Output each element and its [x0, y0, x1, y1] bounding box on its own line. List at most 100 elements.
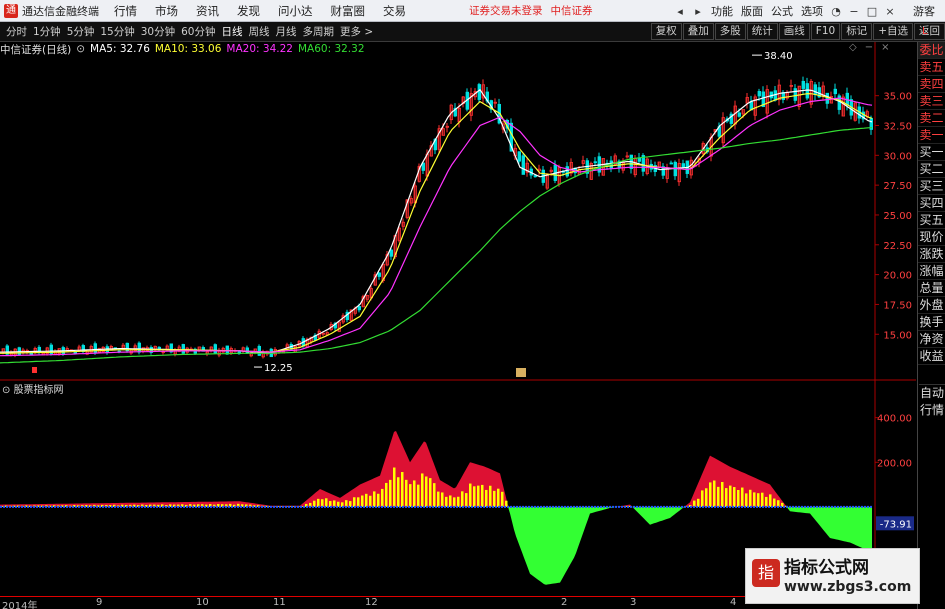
tool-button-0[interactable]: 复权 [650, 23, 682, 40]
sub-bar-96 [385, 482, 388, 507]
tool-button-1[interactable]: 叠加 [682, 23, 714, 40]
tool-button-8[interactable]: 返回 [914, 23, 945, 40]
tool-button-7[interactable]: +自选 [873, 23, 913, 40]
tool-button-4[interactable]: 画线 [778, 23, 810, 40]
sub-side-button-1[interactable]: 行情 [919, 402, 945, 419]
candle-body-56 [225, 345, 229, 355]
sidebar-item-5[interactable]: 卖一 [918, 127, 945, 144]
candle-body-208 [833, 88, 837, 95]
app-logo-icon: 通 [4, 3, 18, 18]
candle-body-18 [73, 351, 77, 354]
sidebar-item-4[interactable]: 卖二 [918, 110, 945, 127]
candle-body-141 [565, 166, 569, 177]
sidebar-item-15[interactable]: 外盘 [918, 297, 945, 314]
sidebar-item-14[interactable]: 总量 [918, 280, 945, 297]
period-tab-7[interactable]: 周线 [246, 24, 273, 39]
menu-item-4[interactable]: 问小达 [269, 3, 322, 19]
right-menu-item-1[interactable]: 版面 [737, 3, 767, 19]
date-label-4: 12 [365, 597, 378, 608]
right-menu-item-0[interactable]: 功能 [707, 3, 737, 19]
sub-bar-176 [705, 488, 708, 507]
trade-login-status[interactable]: 证券交易未登录 [469, 3, 543, 18]
sub-side-button-0[interactable]: 自动 [919, 385, 945, 402]
sidebar-item-13[interactable]: 涨幅 [918, 263, 945, 280]
sidebar-item-9[interactable]: 买四 [918, 195, 945, 212]
sub-bar-111 [445, 496, 448, 507]
tool-button-6[interactable]: 标记 [841, 23, 873, 40]
sidebar-item-8[interactable]: 买三 [918, 178, 945, 195]
candle-body-201 [805, 83, 809, 99]
sidebar-item-7[interactable]: 买二 [918, 161, 945, 178]
period-tab-9[interactable]: 多周期 [300, 24, 338, 39]
candle-body-148 [593, 161, 597, 164]
sidebar-item-1[interactable]: 卖五 [918, 59, 945, 76]
right-menu: ◂ ▸ 功能 版面 公式 选项 ◔ − □ × 游客 [671, 0, 945, 22]
menu-item-6[interactable]: 交易 [374, 3, 415, 19]
y-tick-label-8: 35.00 [883, 92, 912, 103]
menu-item-1[interactable]: 市场 [146, 3, 187, 19]
ma-line-3 [0, 127, 873, 364]
guest-user[interactable]: 游客 [899, 3, 945, 19]
tool-button-5[interactable]: F10 [810, 23, 841, 40]
tool-button-3[interactable]: 统计 [746, 23, 778, 40]
broker-name[interactable]: 中信证券 [551, 3, 593, 18]
menu-item-0[interactable]: 行情 [105, 3, 146, 19]
candle-body-119 [477, 84, 481, 100]
sub-bar-115 [461, 491, 464, 507]
current-value-label: -73.91 [880, 519, 912, 530]
right-menu-item-3[interactable]: 选项 [797, 3, 827, 19]
sidebar-item-3[interactable]: 卖三 [918, 93, 945, 110]
period-tab-8[interactable]: 月线 [273, 24, 300, 39]
menu-item-3[interactable]: 发现 [228, 3, 269, 19]
sidebar-item-16[interactable]: 换手 [918, 314, 945, 331]
sidebar-item-17[interactable]: 净资 [918, 331, 945, 348]
back-icon[interactable]: ◂ [671, 5, 689, 18]
period-tab-4[interactable]: 30分钟 [138, 24, 178, 39]
sub-bar-90 [361, 495, 364, 507]
minimize-icon[interactable]: − [845, 5, 863, 18]
sidebar-item-12[interactable]: 涨跌 [918, 246, 945, 263]
period-tab-0[interactable]: 分时 [3, 24, 30, 39]
watermark: 指 指标公式网 www.zbgs3.com [745, 548, 920, 604]
date-label-1: 9 [96, 597, 103, 608]
sub-bar-107 [429, 478, 432, 507]
period-tab-10[interactable]: 更多 > [337, 24, 376, 39]
candle-body-97 [389, 249, 393, 257]
y-tick-label-4: 25.00 [883, 211, 912, 222]
sub-bar-91 [365, 493, 368, 507]
menu-item-2[interactable]: 资讯 [187, 3, 228, 19]
chart-canvas[interactable]: 15.00 17.50 20.00 22.50 25.00 27.50 30.00 32.50… [0, 42, 916, 596]
sub-bar-81 [325, 498, 328, 507]
menu-item-5[interactable]: 财富圈 [322, 3, 375, 19]
maximize-icon[interactable]: □ [863, 5, 881, 18]
watermark-name: 指标公式网 [784, 558, 869, 578]
close-icon[interactable]: × [881, 5, 899, 18]
period-tab-1[interactable]: 1分钟 [30, 24, 64, 39]
sub-panel-title[interactable]: ⊙ 股票指标网 [2, 381, 64, 396]
sub-bar-98 [393, 467, 396, 507]
sub-bar-184 [737, 489, 740, 507]
sub-panel-title-text: 股票指标网 [13, 385, 64, 396]
sidebar-item-2[interactable]: 卖四 [918, 76, 945, 93]
period-tab-3[interactable]: 15分钟 [97, 24, 137, 39]
period-toolbar: 分时 1分钟 5分钟 15分钟 30分钟 60分钟 日线 周线 月线 多周期 更多 > 复权 叠加 多股… [0, 22, 945, 42]
right-menu-item-2[interactable]: 公式 [767, 3, 797, 19]
sidebar-item-11[interactable]: 现价 [918, 229, 945, 246]
tool-button-2[interactable]: 多股 [714, 23, 746, 40]
high-label: 38.40 [764, 51, 793, 62]
period-tab-2[interactable]: 5分钟 [64, 24, 98, 39]
sub-bar-80 [321, 499, 324, 507]
period-tab-5[interactable]: 60分钟 [178, 24, 218, 39]
candle-body-89 [357, 306, 361, 311]
skin-icon[interactable]: ◔ [827, 5, 845, 18]
sub-bar-124 [497, 488, 500, 507]
forward-icon[interactable]: ▸ [689, 5, 707, 18]
sidebar-item-0[interactable]: 委比 [918, 42, 945, 59]
sidebar-item-6[interactable]: 买一 [918, 144, 945, 161]
sub-bar-93 [373, 491, 376, 507]
sidebar-item-10[interactable]: 买五 [918, 212, 945, 229]
sub-bar-112 [449, 495, 452, 507]
sidebar-item-18[interactable]: 收益 [918, 348, 945, 365]
sub-bar-180 [721, 482, 724, 507]
period-tab-6[interactable]: 日线 [219, 24, 246, 39]
